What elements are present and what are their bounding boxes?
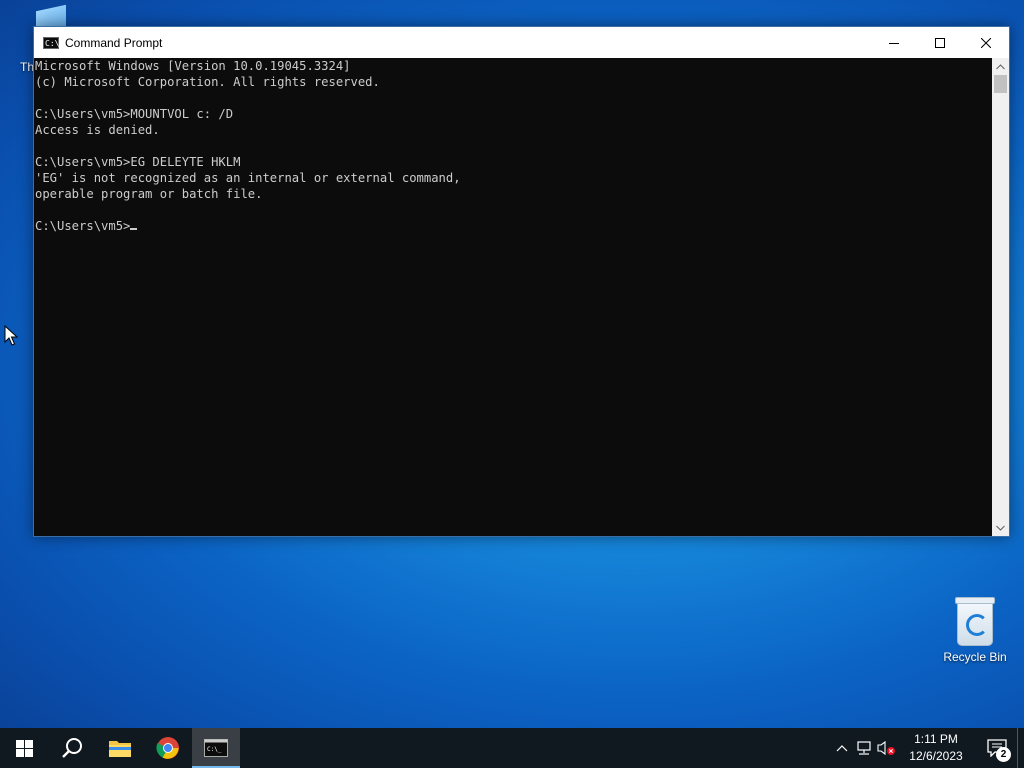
console-prompt: C:\Users\vm5> bbox=[35, 219, 131, 233]
windows-start-icon bbox=[15, 739, 33, 757]
console-line: Microsoft Windows [Version 10.0.19045.33… bbox=[35, 59, 351, 73]
system-tray: 1:11 PM 12/6/2023 2 bbox=[831, 728, 1024, 768]
desktop-icon-recycle-bin[interactable]: Recycle Bin bbox=[938, 597, 1012, 664]
clock[interactable]: 1:11 PM 12/6/2023 bbox=[901, 731, 971, 765]
console-output[interactable]: Microsoft Windows [Version 10.0.19045.33… bbox=[34, 58, 992, 536]
console-line: 'EG' is not recognized as an internal or… bbox=[35, 171, 461, 185]
desktop-icon-label: Recycle Bin bbox=[943, 650, 1007, 664]
close-icon bbox=[981, 37, 991, 48]
clock-time: 1:11 PM bbox=[914, 732, 958, 746]
show-desktop-button[interactable] bbox=[1017, 728, 1024, 768]
network-button[interactable] bbox=[853, 728, 875, 768]
window-titlebar[interactable]: C:\ Command Prompt bbox=[34, 27, 1009, 58]
show-hidden-icons-button[interactable] bbox=[831, 728, 853, 768]
scroll-down-button[interactable] bbox=[992, 519, 1009, 536]
taskbar-file-explorer[interactable] bbox=[96, 728, 144, 768]
volume-muted-icon bbox=[877, 740, 895, 756]
recycle-bin-icon bbox=[955, 597, 995, 646]
taskbar-command-prompt[interactable]: C:\_ bbox=[192, 728, 240, 768]
close-button[interactable] bbox=[963, 27, 1009, 58]
text-cursor bbox=[130, 228, 138, 230]
vertical-scrollbar[interactable] bbox=[992, 58, 1009, 536]
console-line: C:\Users\vm5>EG DELEYTE HKLM bbox=[35, 155, 241, 169]
minimize-icon bbox=[889, 42, 899, 44]
start-button[interactable] bbox=[0, 728, 48, 768]
maximize-icon bbox=[935, 37, 945, 48]
chevron-up-icon bbox=[836, 745, 848, 752]
scroll-up-button[interactable] bbox=[992, 58, 1009, 75]
folder-icon bbox=[109, 741, 131, 757]
window-title: Command Prompt bbox=[65, 35, 163, 50]
console-line: Access is denied. bbox=[35, 123, 160, 137]
scrollbar-thumb[interactable] bbox=[994, 75, 1007, 93]
chrome-icon bbox=[156, 737, 179, 759]
chevron-up-icon bbox=[996, 63, 1005, 69]
search-button[interactable] bbox=[48, 728, 96, 768]
cmd-icon: C:\ bbox=[43, 36, 60, 49]
mouse-pointer-icon bbox=[4, 325, 18, 346]
clock-date: 12/6/2023 bbox=[909, 749, 963, 763]
maximize-button[interactable] bbox=[917, 27, 963, 58]
console-line: operable program or batch file. bbox=[35, 187, 263, 201]
action-center-button[interactable]: 2 bbox=[977, 728, 1017, 768]
cmd-icon: C:\_ bbox=[204, 739, 228, 757]
desktop-icon-label: Th bbox=[20, 60, 35, 74]
chevron-down-icon bbox=[996, 525, 1005, 531]
minimize-button[interactable] bbox=[871, 27, 917, 58]
notification-count-badge: 2 bbox=[996, 747, 1011, 762]
taskbar-chrome[interactable] bbox=[144, 728, 192, 768]
search-icon bbox=[62, 738, 82, 758]
command-prompt-window[interactable]: C:\ Command Prompt Microsoft Windows [Ve… bbox=[33, 26, 1010, 537]
network-icon bbox=[857, 741, 871, 755]
taskbar: C:\_ 1:11 PM 12/6/2023 2 bbox=[0, 728, 1024, 768]
volume-button[interactable] bbox=[875, 728, 897, 768]
svg-text:C:\_: C:\_ bbox=[207, 746, 222, 753]
console-line: C:\Users\vm5>MOUNTVOL c: /D bbox=[35, 107, 234, 121]
console-line: (c) Microsoft Corporation. All rights re… bbox=[35, 75, 380, 89]
